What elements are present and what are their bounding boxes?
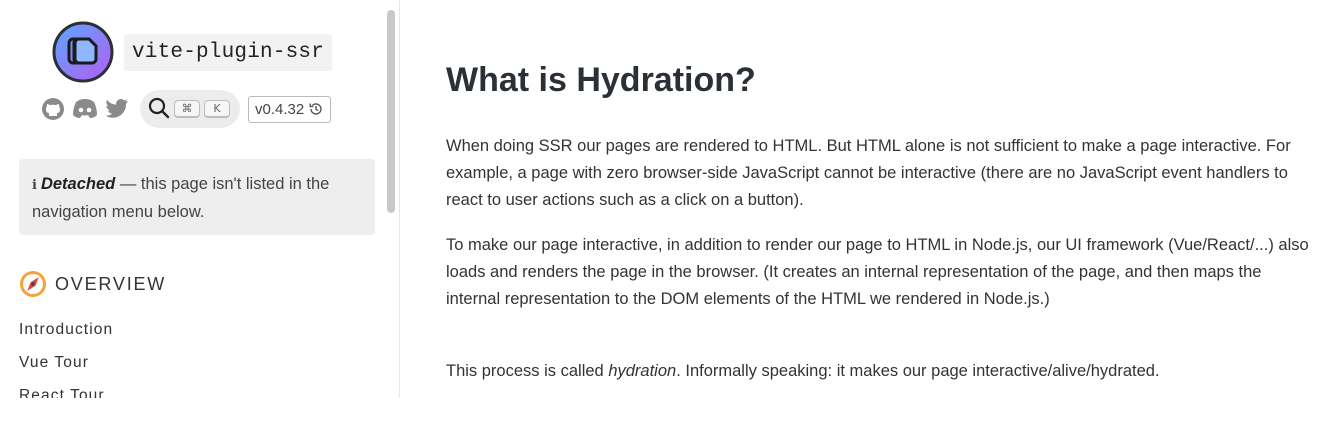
kbd-modifier: ⌘: [174, 100, 200, 118]
sidebar-divider: [399, 0, 400, 398]
search-button[interactable]: ⌘ K: [140, 90, 240, 128]
github-icon[interactable]: [40, 96, 66, 122]
nav-item-vue-tour[interactable]: Vue Tour: [19, 351, 113, 384]
compass-icon: [19, 270, 47, 298]
paragraph-3-start: This process is called: [446, 362, 609, 380]
toolbar-row: ⌘ K v0.4.32: [40, 90, 332, 128]
version-badge[interactable]: v0.4.32: [248, 95, 332, 123]
history-icon: [308, 101, 324, 117]
info-icon: i: [32, 178, 37, 193]
version-label: v0.4.32: [255, 100, 305, 118]
discord-icon[interactable]: [72, 96, 98, 122]
search-icon: [148, 97, 170, 122]
sidebar-scrollbar-thumb[interactable]: [387, 10, 395, 213]
detached-label: Detached: [40, 175, 116, 193]
nav-item-react-tour[interactable]: React Tour: [19, 384, 113, 398]
logo-icon: [52, 21, 114, 83]
brand-link[interactable]: vite-plugin-ssr: [52, 21, 333, 83]
detached-notice: i Detached — this page isn't listed in th…: [19, 159, 375, 235]
page-title: What is Hydration?: [446, 61, 756, 99]
kbd-key: K: [204, 100, 230, 118]
twitter-icon[interactable]: [104, 96, 130, 122]
nav-list: Introduction Vue Tour React Tour: [19, 318, 113, 398]
brand-name: vite-plugin-ssr: [124, 33, 333, 71]
sidebar: vite-plugin-ssr ⌘ K v0.4.32 i Detached — …: [0, 0, 385, 398]
paragraph-3-end: . Informally speaking: it makes our page…: [676, 362, 1160, 380]
nav-item-introduction[interactable]: Introduction: [19, 318, 113, 351]
paragraph-2: To make our page interactive, in additio…: [446, 236, 1309, 308]
hydration-term: hydration: [608, 362, 677, 380]
section-title: OVERVIEW: [55, 273, 167, 294]
paragraph-1: When doing SSR our pages are rendered to…: [446, 137, 1291, 209]
paragraph-3: This process is called hydration. Inform…: [446, 358, 1316, 385]
section-overview: OVERVIEW: [19, 270, 166, 298]
